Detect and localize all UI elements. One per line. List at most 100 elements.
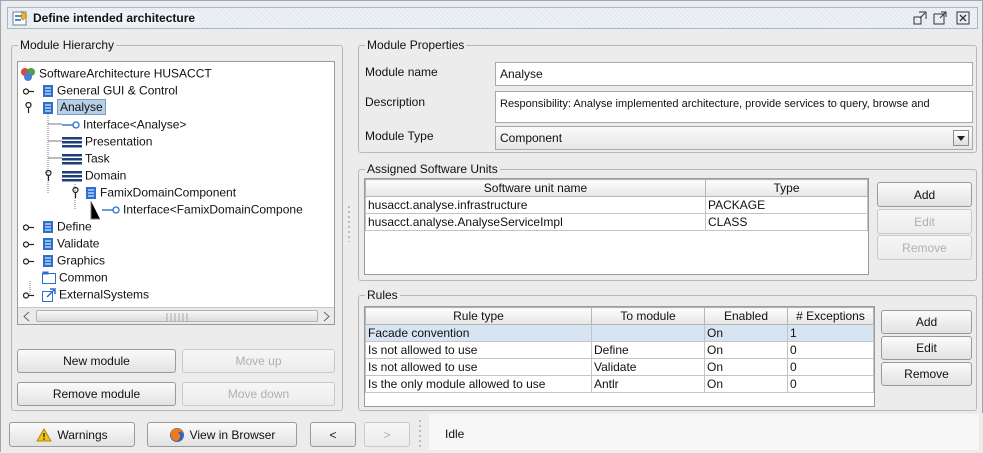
- warning-icon: [36, 427, 53, 441]
- remove-module-button[interactable]: Remove module: [17, 382, 176, 406]
- rule-type-cell[interactable]: Is the only module allowed to use: [365, 375, 592, 393]
- architecture-window-icon: [12, 10, 28, 26]
- grip-icon: [166, 313, 188, 321]
- table-row[interactable]: Facade convention On 1: [365, 324, 874, 342]
- rules-add-button[interactable]: Add: [881, 310, 972, 334]
- to-module-cell[interactable]: [591, 324, 705, 342]
- tree-node-task[interactable]: Task: [62, 150, 110, 167]
- interface-icon: [62, 121, 80, 129]
- module-type-value: Component: [500, 131, 563, 145]
- software-units-table[interactable]: Software unit name Type husacct.analyse.…: [364, 178, 869, 275]
- tree-node-common[interactable]: Common: [42, 269, 108, 286]
- assigned-units-legend: Assigned Software Units: [365, 162, 500, 176]
- module-tree[interactable]: SoftwareArchitecture HUSACCT General GUI…: [17, 61, 335, 325]
- description-field[interactable]: Responsibility: Analyse implemented arch…: [495, 91, 973, 123]
- rules-edit-button[interactable]: Edit: [881, 336, 972, 360]
- tree-node-validate[interactable]: Validate: [42, 235, 99, 252]
- tree-node-graphics[interactable]: Graphics: [42, 252, 105, 269]
- expanded-handle-icon[interactable]: [70, 187, 81, 198]
- units-remove-button[interactable]: Remove: [877, 235, 972, 260]
- title-bar: Define intended architecture: [7, 7, 978, 29]
- status-text: Idle: [445, 427, 465, 441]
- tree-node-interface-analyse[interactable]: Interface<Analyse>: [62, 116, 186, 133]
- column-header-to-module[interactable]: To module: [591, 307, 705, 325]
- move-up-button[interactable]: Move up: [182, 349, 335, 373]
- exceptions-cell[interactable]: 0: [787, 341, 874, 359]
- collapsed-handle-icon[interactable]: [23, 256, 34, 267]
- chevron-down-icon: [957, 136, 965, 141]
- enabled-cell[interactable]: On: [704, 324, 788, 342]
- units-add-button[interactable]: Add: [877, 182, 972, 207]
- layer-icon: [62, 136, 82, 148]
- expanded-handle-icon[interactable]: [43, 170, 54, 181]
- rules-remove-button[interactable]: Remove: [881, 362, 972, 386]
- tree-node-externalsystems[interactable]: ExternalSystems: [42, 286, 149, 303]
- previous-button[interactable]: <: [310, 422, 356, 447]
- module-icon: [43, 254, 53, 267]
- scroll-left-icon[interactable]: [21, 311, 33, 322]
- enabled-cell[interactable]: On: [704, 375, 788, 393]
- table-row[interactable]: husacct.analyse.AnalyseServiceImpl CLASS: [365, 213, 868, 231]
- interface-icon: [102, 206, 120, 214]
- unit-type-cell[interactable]: PACKAGE: [705, 196, 868, 214]
- table-row[interactable]: Is not allowed to use Validate On 0: [365, 358, 874, 376]
- module-type-select[interactable]: Component: [495, 126, 973, 150]
- minimize-icon[interactable]: [913, 11, 927, 25]
- rule-type-cell[interactable]: Is not allowed to use: [365, 341, 592, 359]
- splitter-handle[interactable]: [348, 206, 350, 242]
- rule-type-cell[interactable]: Is not allowed to use: [365, 358, 592, 376]
- new-module-button[interactable]: New module: [17, 349, 176, 373]
- unit-name-cell[interactable]: husacct.analyse.AnalyseServiceImpl: [365, 213, 706, 231]
- to-module-cell[interactable]: Define: [591, 341, 705, 359]
- maximize-icon[interactable]: [933, 11, 947, 25]
- close-icon[interactable]: [956, 11, 970, 25]
- rules-table[interactable]: Rule type To module Enabled # Exceptions…: [364, 306, 875, 407]
- view-in-browser-button[interactable]: View in Browser: [147, 422, 297, 447]
- collapsed-handle-icon[interactable]: [23, 222, 34, 233]
- status-area: [429, 414, 979, 450]
- exceptions-cell[interactable]: 0: [787, 358, 874, 376]
- enabled-cell[interactable]: On: [704, 341, 788, 359]
- collapsed-handle-icon[interactable]: [23, 290, 34, 301]
- table-row[interactable]: Is not allowed to use Define On 0: [365, 341, 874, 359]
- module-properties-legend: Module Properties: [365, 38, 467, 52]
- tree-node-famixdomaincomponent[interactable]: FamixDomainComponent: [85, 184, 236, 201]
- column-header-rule-type[interactable]: Rule type: [365, 307, 592, 325]
- tree-node-presentation[interactable]: Presentation: [62, 133, 152, 150]
- scroll-right-icon[interactable]: [320, 311, 332, 322]
- module-type-label: Module Type: [365, 129, 434, 143]
- column-header-unit-name[interactable]: Software unit name: [365, 179, 706, 197]
- column-header-exceptions[interactable]: # Exceptions: [787, 307, 874, 325]
- collapsed-handle-icon[interactable]: [23, 239, 34, 250]
- table-row[interactable]: Is the only module allowed to use Antlr …: [365, 375, 874, 393]
- unit-name-cell[interactable]: husacct.analyse.infrastructure: [365, 196, 706, 214]
- layer-icon: [62, 170, 82, 182]
- tree-node-interface-famix[interactable]: Interface<FamixDomainCompone: [102, 201, 303, 218]
- scroll-thumb[interactable]: [36, 310, 318, 322]
- module-name-field[interactable]: Analyse: [495, 62, 973, 86]
- tree-node-domain[interactable]: Domain: [62, 167, 126, 184]
- to-module-cell[interactable]: Antlr: [591, 375, 705, 393]
- rules-legend: Rules: [365, 288, 400, 302]
- exceptions-cell[interactable]: 1: [787, 324, 874, 342]
- dropdown-arrow[interactable]: [953, 130, 969, 146]
- to-module-cell[interactable]: Validate: [591, 358, 705, 376]
- next-button[interactable]: >: [364, 422, 410, 447]
- enabled-cell[interactable]: On: [704, 358, 788, 376]
- rule-type-cell[interactable]: Facade convention: [365, 324, 592, 342]
- tree-horizontal-scrollbar[interactable]: [18, 307, 334, 324]
- browser-icon: [169, 427, 184, 442]
- unit-type-cell[interactable]: CLASS: [705, 213, 868, 231]
- module-icon: [43, 220, 53, 233]
- units-edit-button[interactable]: Edit: [877, 209, 972, 234]
- column-header-enabled[interactable]: Enabled: [704, 307, 788, 325]
- move-down-button[interactable]: Move down: [182, 382, 335, 406]
- table-row[interactable]: husacct.analyse.infrastructure PACKAGE: [365, 196, 868, 214]
- module-icon: [43, 237, 53, 250]
- exceptions-cell[interactable]: 0: [787, 375, 874, 393]
- status-separator: [419, 420, 421, 448]
- column-header-type[interactable]: Type: [705, 179, 868, 197]
- tree-node-define[interactable]: Define: [42, 218, 92, 235]
- external-link-icon: [42, 288, 56, 302]
- warnings-button[interactable]: Warnings: [9, 422, 135, 447]
